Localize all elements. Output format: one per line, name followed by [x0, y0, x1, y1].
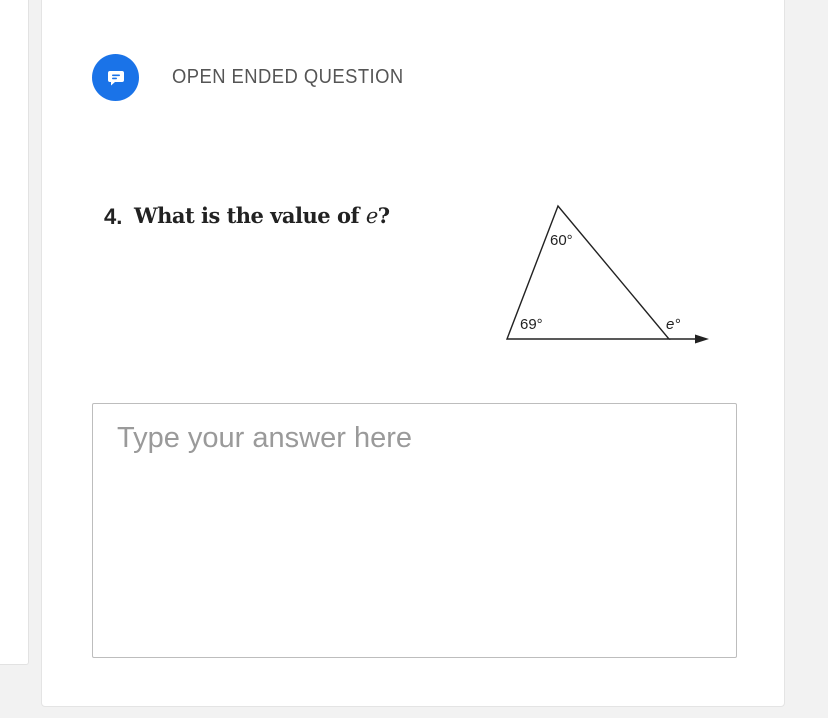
question-type-badge	[92, 54, 139, 101]
answer-input[interactable]	[92, 403, 737, 658]
left-panel	[0, 0, 29, 665]
question-type-label: OPEN ENDED QUESTION	[172, 66, 404, 88]
question-text-suffix: ?	[377, 203, 390, 228]
angle-exterior-label: e°	[666, 316, 680, 333]
question-number: 4.	[104, 204, 123, 229]
question-text-prefix: What is the value of	[134, 203, 366, 228]
question-card: OPEN ENDED QUESTION 4. What is the value…	[41, 0, 785, 707]
arrow-head-icon	[695, 334, 709, 344]
question-variable: e	[365, 204, 378, 228]
triangle-figure: 60° 69° e°	[505, 204, 709, 344]
question-text: What is the value of e?	[134, 203, 390, 228]
angle-top-label: 60°	[550, 232, 573, 249]
angle-bottom-left-label: 69°	[520, 316, 543, 333]
comment-icon	[107, 70, 124, 85]
